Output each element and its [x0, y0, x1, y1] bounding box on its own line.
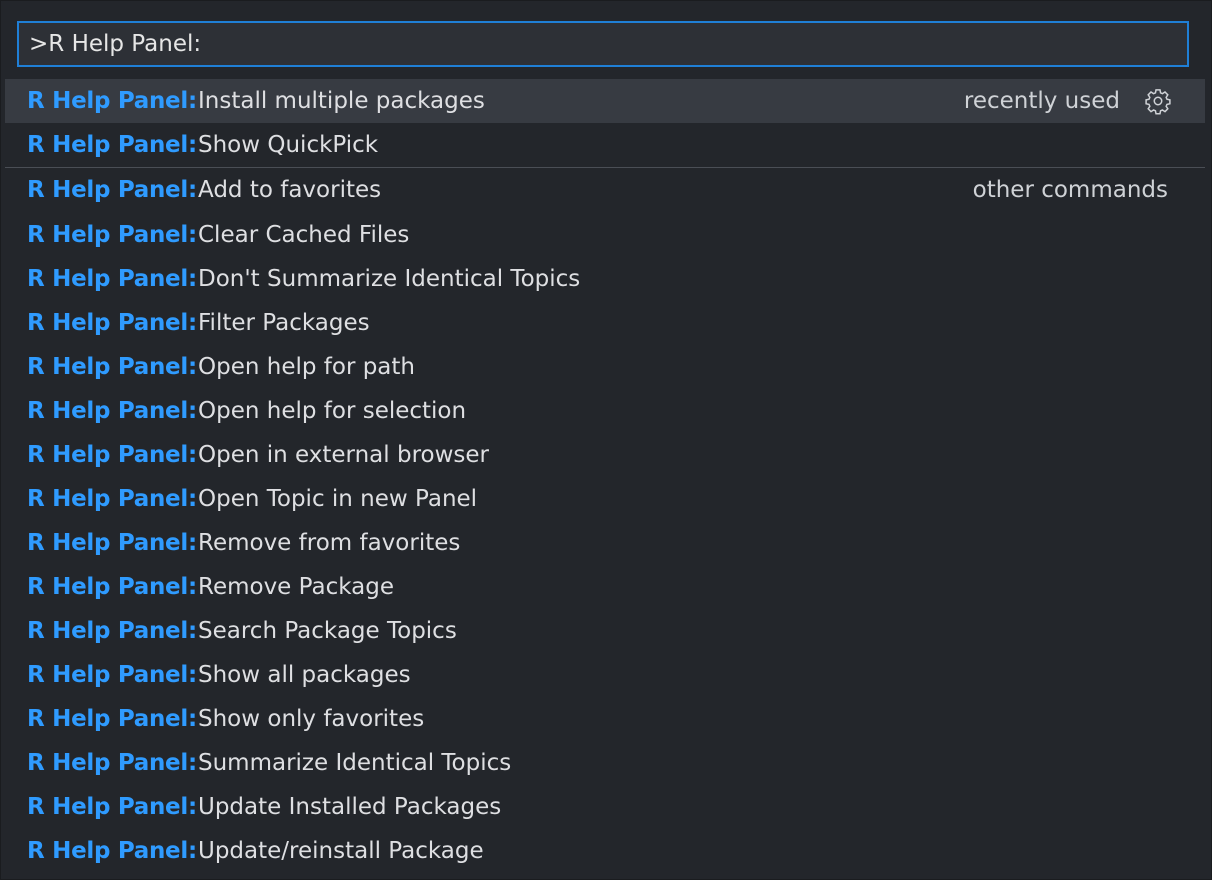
command-category: R Help Panel:	[27, 177, 197, 203]
command-item-search-package-topics[interactable]: R Help Panel: Search Package Topics	[5, 609, 1205, 653]
command-category: R Help Panel:	[27, 310, 197, 336]
command-item-summarize-identical-topics[interactable]: R Help Panel: Summarize Identical Topics	[5, 741, 1205, 785]
command-category: R Help Panel:	[27, 132, 197, 158]
command-label: Open help for selection	[198, 398, 467, 424]
command-label: Show QuickPick	[198, 132, 379, 158]
command-label: Open in external browser	[198, 442, 489, 468]
command-label: Open Topic in new Panel	[198, 486, 478, 512]
command-item-open-help-for-path[interactable]: R Help Panel: Open help for path	[5, 345, 1205, 389]
command-item-filter-packages[interactable]: R Help Panel: Filter Packages	[5, 301, 1205, 345]
command-item-install-multiple-packages[interactable]: R Help Panel: Install multiple packages …	[5, 79, 1205, 123]
command-item-remove-from-favorites[interactable]: R Help Panel: Remove from favorites	[5, 521, 1205, 565]
command-item-open-help-for-selection[interactable]: R Help Panel: Open help for selection	[5, 389, 1205, 433]
command-item-open-topic-in-new-panel[interactable]: R Help Panel: Open Topic in new Panel	[5, 477, 1205, 521]
command-item-remove-package[interactable]: R Help Panel: Remove Package	[5, 565, 1205, 609]
command-label: Add to favorites	[198, 177, 382, 203]
command-label: Summarize Identical Topics	[198, 750, 512, 776]
command-label: Update Installed Packages	[198, 794, 502, 820]
command-input[interactable]	[19, 23, 1187, 65]
command-category: R Help Panel:	[27, 574, 197, 600]
command-category: R Help Panel:	[27, 398, 197, 424]
command-item-show-all-packages[interactable]: R Help Panel: Show all packages	[5, 653, 1205, 697]
command-label: Clear Cached Files	[198, 222, 410, 248]
command-label: Remove from favorites	[198, 530, 461, 556]
command-label: Show only favorites	[198, 706, 425, 732]
command-label: Show all packages	[198, 662, 411, 688]
command-label: Install multiple packages	[198, 88, 485, 114]
command-category: R Help Panel:	[27, 706, 197, 732]
command-label: Update/reinstall Package	[198, 838, 484, 864]
command-category: R Help Panel:	[27, 618, 197, 644]
command-palette: R Help Panel: Install multiple packages …	[0, 0, 1212, 880]
command-category: R Help Panel:	[27, 222, 197, 248]
recently-used-label: recently used	[963, 88, 1120, 114]
command-category: R Help Panel:	[27, 838, 197, 864]
command-item-update-installed-packages[interactable]: R Help Panel: Update Installed Packages	[5, 785, 1205, 829]
command-category: R Help Panel:	[27, 530, 197, 556]
command-category: R Help Panel:	[27, 266, 197, 292]
command-label: Filter Packages	[198, 310, 370, 336]
gear-icon[interactable]	[1144, 87, 1172, 115]
command-item-clear-cached-files[interactable]: R Help Panel: Clear Cached Files	[5, 213, 1205, 257]
command-category: R Help Panel:	[27, 486, 197, 512]
other-commands-label: other commands	[972, 177, 1168, 203]
command-label: Remove Package	[198, 574, 394, 600]
command-category: R Help Panel:	[27, 354, 197, 380]
command-item-add-to-favorites[interactable]: R Help Panel: Add to favorites other com…	[5, 167, 1205, 213]
command-item-show-only-favorites[interactable]: R Help Panel: Show only favorites	[5, 697, 1205, 741]
command-label: Search Package Topics	[198, 618, 457, 644]
command-category: R Help Panel:	[27, 88, 197, 114]
command-category: R Help Panel:	[27, 750, 197, 776]
command-label: Open help for path	[198, 354, 415, 380]
command-input-box[interactable]	[17, 21, 1189, 67]
command-item-show-quickpick[interactable]: R Help Panel: Show QuickPick	[5, 123, 1205, 167]
command-category: R Help Panel:	[27, 442, 197, 468]
command-category: R Help Panel:	[27, 662, 197, 688]
command-label: Don't Summarize Identical Topics	[198, 266, 581, 292]
command-category: R Help Panel:	[27, 794, 197, 820]
command-item-update-reinstall-package[interactable]: R Help Panel: Update/reinstall Package	[5, 829, 1205, 873]
command-item-dont-summarize-identical-topics[interactable]: R Help Panel: Don't Summarize Identical …	[5, 257, 1205, 301]
command-item-open-in-external-browser[interactable]: R Help Panel: Open in external browser	[5, 433, 1205, 477]
command-list: R Help Panel: Install multiple packages …	[5, 79, 1205, 873]
